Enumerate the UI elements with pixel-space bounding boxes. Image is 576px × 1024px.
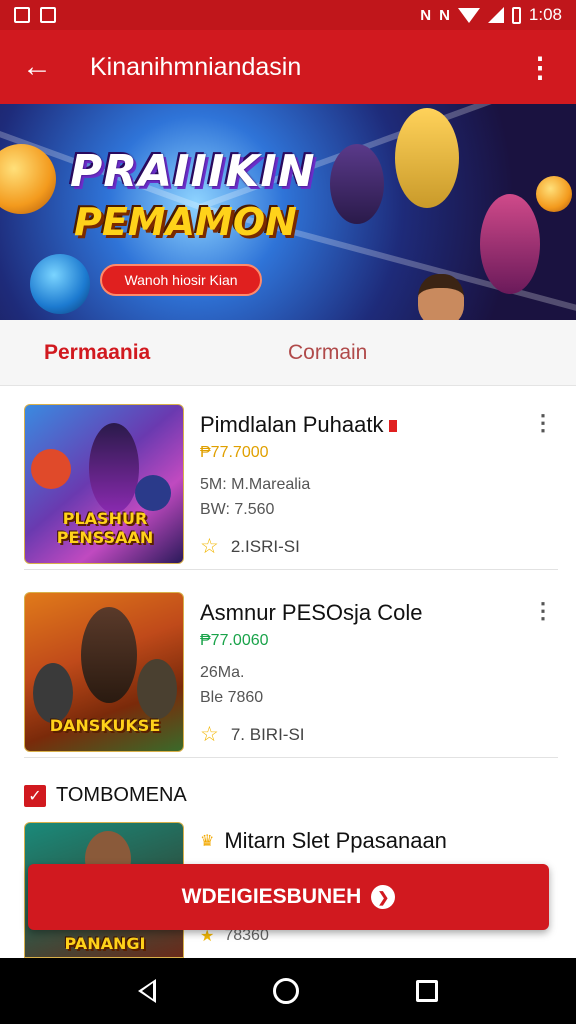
overflow-menu-icon[interactable]: ⋮ (526, 51, 554, 84)
nfc-icon: N (439, 6, 450, 24)
game-thumbnail: PLASHUR PENSSAAN (24, 404, 184, 564)
banner-title-line2: PEMAMON (74, 200, 297, 244)
vibrate-icon: N (420, 6, 432, 24)
game-meta: 26Ma. (200, 664, 245, 681)
game-title-text: Pimdlalan Puhaatk (200, 412, 384, 437)
character-figure (330, 144, 384, 224)
tab-permaania[interactable]: Permaania (0, 320, 288, 385)
rating-text: 2.ISRI-SI (230, 536, 300, 556)
status-notifications (14, 7, 56, 23)
cta-icon: ❯ (371, 885, 396, 909)
wifi-icon (457, 7, 480, 23)
thumbnail-title: PLASHUR PENSSAAN (56, 509, 154, 547)
banner-action-button[interactable]: Wanoh hiosir Kian (100, 264, 262, 296)
game-thumbnail: DANSKUKSE (24, 592, 184, 752)
page-title: Kinanihmniandasin (90, 52, 302, 81)
cta-label: WDEIGIESBUNEH (181, 885, 362, 908)
game-meta: Ble 7860 (200, 689, 264, 706)
list-item[interactable]: PLASHUR PENSSAAN Pimdlalan Puhaatk ₱77.7… (24, 404, 558, 570)
game-rating: ☆ 2.ISRI-SI (200, 534, 300, 559)
game-price: ₱77.0060 (200, 632, 269, 649)
section-title: TOMBOMENA (56, 784, 187, 806)
game-title-text: Mitarn Slet Ppasanaan (224, 828, 447, 853)
crown-icon: ♛ (200, 833, 215, 850)
game-title: Asmnur PESOsja Cole (200, 600, 423, 625)
hero-head (418, 274, 464, 320)
checkbox-icon: ✓ (24, 784, 46, 807)
character-figure (89, 423, 139, 513)
nav-recents-icon[interactable] (415, 980, 438, 1002)
banner-title-line1: PRAIIIKIN (70, 146, 316, 197)
coin-icon (536, 176, 572, 212)
app-bar: ← Kinanihmniandasin ⋮ (0, 30, 576, 104)
back-arrow-icon[interactable]: ← (22, 50, 56, 84)
game-meta: 5M: M.Marealia (200, 476, 311, 493)
gallery-icon (14, 7, 30, 23)
character-figure (33, 663, 73, 723)
thumbnail-title: PANANGI (64, 934, 146, 953)
battery-icon (511, 6, 521, 24)
status-bar: N N 1:08 (0, 0, 576, 30)
hero-character (380, 274, 500, 320)
thumbnail-title: DANSKUKSE (49, 716, 161, 735)
game-rating: ☆ 7. BIRI-SI (200, 722, 305, 747)
item-menu-icon[interactable]: ⋮ (532, 598, 554, 624)
coin-icon (30, 254, 90, 314)
clock: 1:08 (528, 5, 562, 24)
primary-action-button[interactable]: WDEIGIESBUNEH ❯ (28, 864, 549, 930)
document-icon (40, 7, 56, 23)
game-title: Pimdlalan Puhaatk (200, 412, 398, 438)
list-item[interactable]: DANSKUKSE Asmnur PESOsja Cole ₱77.0060 2… (24, 592, 558, 758)
rating-text: 7. BIRI-SI (230, 724, 305, 744)
nav-home-icon[interactable] (272, 978, 299, 1004)
character-figure (135, 475, 171, 511)
character-figure (31, 449, 71, 489)
tab-cormain[interactable]: Cormain (288, 320, 576, 385)
star-icon: ☆ (200, 723, 219, 746)
item-menu-icon[interactable]: ⋮ (532, 410, 554, 436)
game-price: ₱77.7000 (200, 444, 269, 461)
hot-tag-icon (389, 420, 398, 433)
character-figure (395, 108, 459, 208)
app-screen: N N 1:08 ← Kinanihmniandasin ⋮ PRAIIIKIN… (0, 0, 576, 1024)
character-figure (81, 607, 137, 703)
character-figure (137, 659, 177, 719)
status-indicators: N N 1:08 (420, 5, 562, 25)
section-header: ✓ TOMBOMENA (24, 784, 187, 807)
promo-banner[interactable]: PRAIIIKIN PEMAMON Wanoh hiosir Kian (0, 104, 576, 320)
star-icon: ☆ (200, 535, 219, 558)
signal-icon (487, 7, 504, 23)
tab-bar: Permaania Cormain (0, 320, 576, 386)
game-meta: BW: 7.560 (200, 501, 275, 518)
game-title: ♛ Mitarn Slet Ppasanaan (200, 828, 447, 854)
system-nav-bar (0, 958, 576, 1024)
nav-back-icon[interactable] (138, 979, 157, 1003)
